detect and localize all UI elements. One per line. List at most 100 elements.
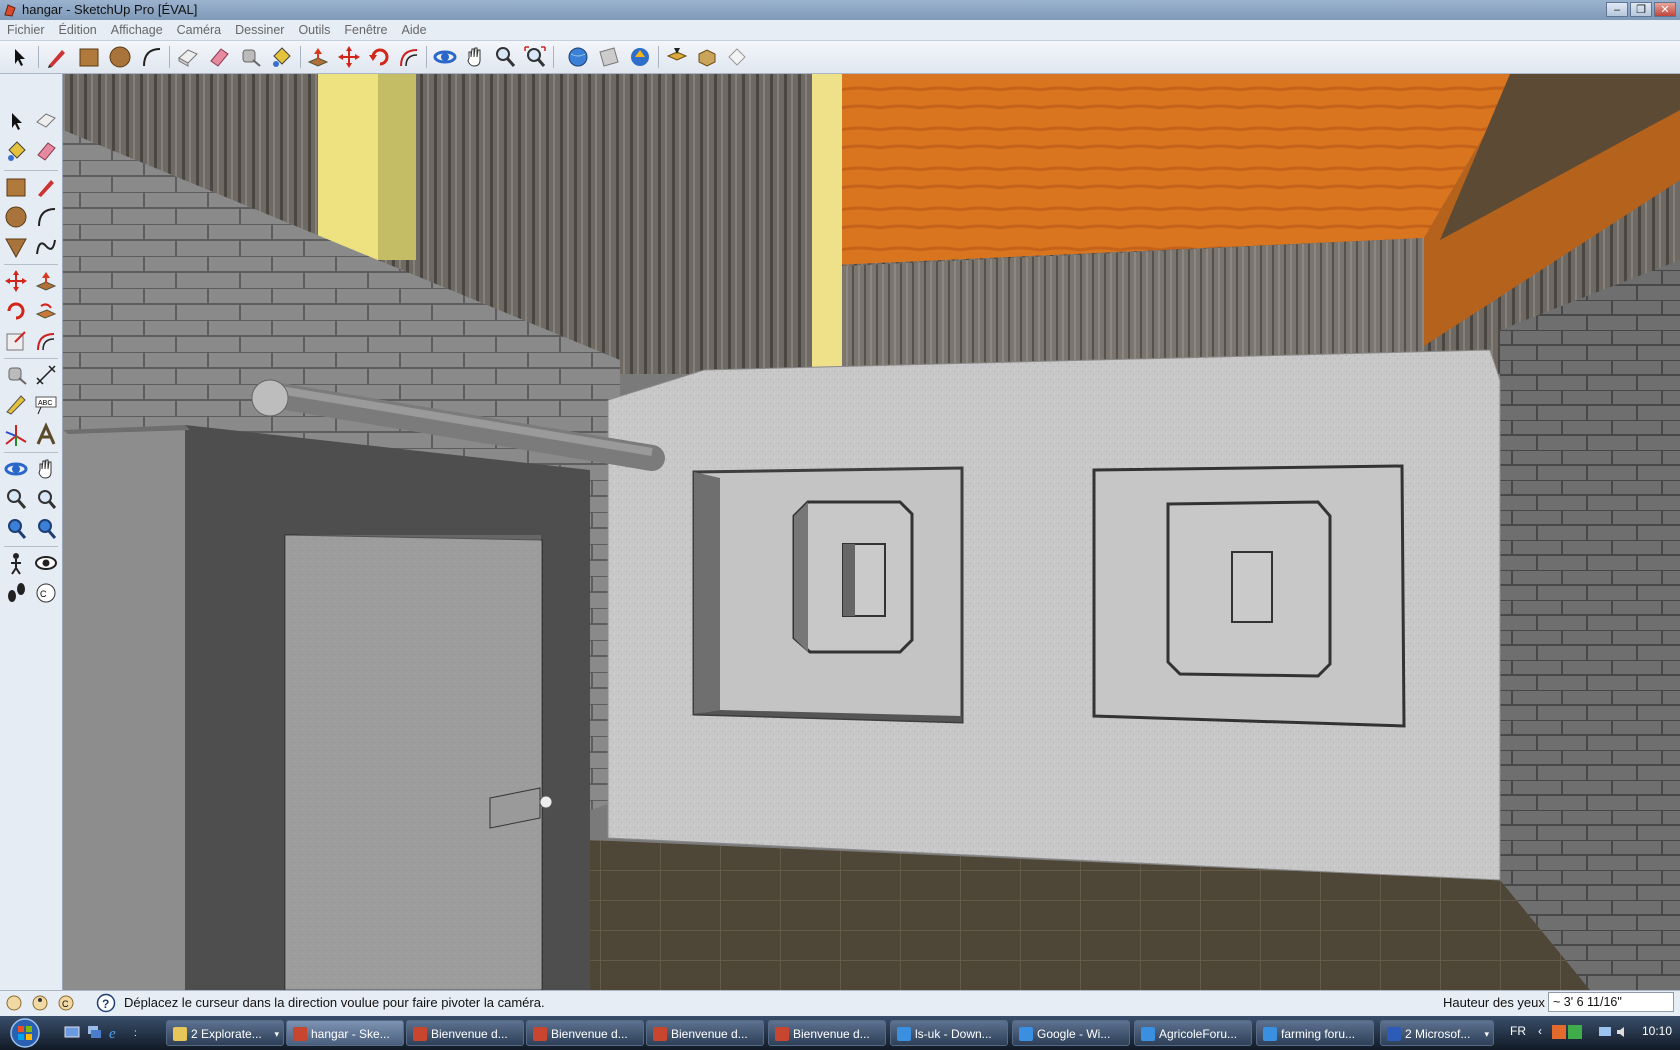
make-component-icon[interactable] xyxy=(33,108,59,134)
offset-icon[interactable] xyxy=(396,44,422,70)
share-component-icon[interactable] xyxy=(664,44,690,70)
select-icon[interactable] xyxy=(3,108,29,134)
protractor-icon[interactable] xyxy=(3,392,29,418)
pencil-icon[interactable] xyxy=(44,44,70,70)
get-photo-texture-icon[interactable] xyxy=(627,44,653,70)
maximize-button[interactable]: ❐ xyxy=(1630,2,1652,17)
paint-bucket-icon[interactable] xyxy=(268,44,294,70)
text-icon[interactable]: ABC xyxy=(33,392,59,418)
get-models-icon[interactable] xyxy=(565,44,591,70)
components-icon[interactable] xyxy=(694,44,720,70)
arc-icon[interactable] xyxy=(138,44,164,70)
menu-fenetre[interactable]: Fenêtre xyxy=(337,20,394,40)
pan-icon[interactable] xyxy=(33,456,59,482)
svg-text:?: ? xyxy=(102,997,109,1011)
task-sketchup-welcome-1[interactable]: Bienvenue d... xyxy=(406,1020,524,1046)
menu-camera[interactable]: Caméra xyxy=(170,20,228,40)
share-model-icon[interactable] xyxy=(596,44,622,70)
circle-icon[interactable] xyxy=(3,204,29,230)
task-sketchup-hangar[interactable]: hangar - Ske... xyxy=(286,1020,404,1046)
line-icon[interactable] xyxy=(33,174,59,200)
tray-network-icon[interactable] xyxy=(1568,1025,1582,1039)
task-sketchup-welcome-2[interactable]: Bienvenue d... xyxy=(526,1020,644,1046)
walk-icon[interactable] xyxy=(3,580,29,606)
task-ie-farming-forum[interactable]: farming foru... xyxy=(1256,1020,1374,1046)
orbit-icon[interactable] xyxy=(3,456,29,482)
ie-icon[interactable]: e xyxy=(108,1024,124,1040)
offset-icon[interactable] xyxy=(33,328,59,354)
zoom-icon[interactable] xyxy=(3,486,29,512)
paint-bucket-icon[interactable] xyxy=(3,138,29,164)
chevron-left-icon[interactable]: ‹ xyxy=(1538,1024,1542,1038)
sketchup-icon xyxy=(533,1027,547,1041)
menu-aide[interactable]: Aide xyxy=(395,20,434,40)
credits-icon[interactable] xyxy=(30,994,50,1012)
scale-icon[interactable] xyxy=(3,328,29,354)
look-around-icon[interactable] xyxy=(33,550,59,576)
freehand-icon[interactable] xyxy=(33,234,59,260)
show-desktop-icon[interactable] xyxy=(64,1024,80,1040)
start-button[interactable] xyxy=(3,1017,47,1049)
license-icon[interactable]: C xyxy=(56,994,76,1012)
task-ie-google[interactable]: Google - Wi... xyxy=(1012,1020,1130,1046)
polygon-icon[interactable] xyxy=(3,234,29,260)
menu-outils[interactable]: Outils xyxy=(291,20,337,40)
push-pull-icon[interactable] xyxy=(305,44,331,70)
language-indicator[interactable]: FR xyxy=(1510,1024,1526,1038)
menu-edition[interactable]: Édition xyxy=(52,20,104,40)
zoom-icon[interactable] xyxy=(492,44,518,70)
help-icon[interactable]: ? xyxy=(96,993,116,1013)
scene-render xyxy=(63,74,1680,990)
task-ie-agricoleforum[interactable]: AgricoleForu... xyxy=(1134,1020,1252,1046)
rectangle-icon[interactable] xyxy=(76,44,102,70)
arc-icon[interactable] xyxy=(33,204,59,230)
close-button[interactable]: ✕ xyxy=(1654,2,1676,17)
switch-windows-icon[interactable] xyxy=(86,1024,102,1040)
task-explorer[interactable]: 2 Explorate... ▾ xyxy=(166,1020,284,1046)
3d-viewport[interactable] xyxy=(63,74,1680,990)
3d-text-icon[interactable] xyxy=(33,422,59,448)
rotate-icon[interactable] xyxy=(367,44,393,70)
ie-icon xyxy=(1141,1027,1155,1041)
clock[interactable]: 10:10 xyxy=(1642,1024,1672,1038)
move-icon[interactable] xyxy=(3,268,29,294)
zoom-window-icon[interactable] xyxy=(33,486,59,512)
push-pull-icon[interactable] xyxy=(33,268,59,294)
geo-location-icon[interactable] xyxy=(4,994,24,1012)
minimize-button[interactable]: – xyxy=(1606,2,1628,17)
menu-fichier[interactable]: Fichier xyxy=(0,20,52,40)
follow-me-icon[interactable] xyxy=(33,298,59,324)
move-icon[interactable] xyxy=(336,44,362,70)
task-ie-lsuk[interactable]: ls-uk - Down... xyxy=(890,1020,1008,1046)
volume-icon[interactable] xyxy=(1616,1025,1630,1039)
section-plane-icon[interactable]: C xyxy=(33,580,59,606)
axes-icon[interactable] xyxy=(3,422,29,448)
position-camera-icon[interactable] xyxy=(3,550,29,576)
task-sketchup-welcome-3[interactable]: Bienvenue d... xyxy=(646,1020,764,1046)
task-word[interactable]: 2 Microsof... ▾ xyxy=(1380,1020,1494,1046)
menu-dessiner[interactable]: Dessiner xyxy=(228,20,291,40)
eraser-icon[interactable] xyxy=(33,138,59,164)
zoom-extents-icon[interactable] xyxy=(522,44,548,70)
word-icon xyxy=(1387,1027,1401,1041)
next-view-icon[interactable] xyxy=(33,516,59,542)
quicklaunch-more-icon[interactable]: : xyxy=(130,1024,146,1040)
tape-measure-icon[interactable] xyxy=(3,362,29,388)
circle-icon[interactable] xyxy=(107,44,133,70)
menu-affichage[interactable]: Affichage xyxy=(104,20,170,40)
rotate-icon[interactable] xyxy=(3,298,29,324)
measurements-input[interactable]: ~ 3' 6 11/16" xyxy=(1548,992,1674,1012)
dimension-icon[interactable] xyxy=(33,362,59,388)
select-icon[interactable] xyxy=(6,44,32,70)
tray-app-icon[interactable] xyxy=(1552,1025,1566,1039)
orbit-icon[interactable] xyxy=(432,44,458,70)
previous-view-icon[interactable] xyxy=(3,516,29,542)
make-component-icon[interactable] xyxy=(175,44,201,70)
task-sketchup-welcome-4[interactable]: Bienvenue d... xyxy=(768,1020,886,1046)
rectangle-icon[interactable] xyxy=(3,174,29,200)
pan-icon[interactable] xyxy=(462,44,488,70)
preview-icon[interactable] xyxy=(724,44,750,70)
tape-measure-icon[interactable] xyxy=(237,44,263,70)
tray-monitor-icon[interactable] xyxy=(1598,1025,1612,1039)
eraser-icon[interactable] xyxy=(206,44,232,70)
